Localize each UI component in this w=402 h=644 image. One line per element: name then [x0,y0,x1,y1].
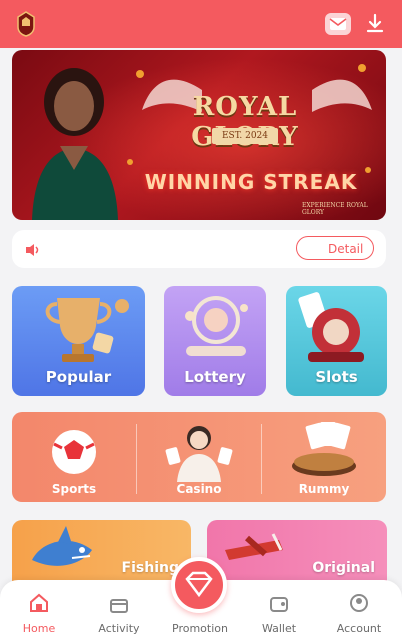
tab-wallet[interactable]: Wallet [240,584,318,642]
tab-label: Account [336,622,382,635]
category-lottery[interactable]: Lottery [164,286,266,396]
gift-icon [110,599,128,613]
detail-label[interactable]: Detail [328,242,363,256]
dealer-icon [165,426,233,482]
strip-rummy[interactable]: Rummy [262,412,386,502]
wallet-icon [270,597,288,612]
category-label: Slots [315,368,358,386]
strip-sports[interactable]: Sports [12,412,136,502]
download-icon[interactable] [364,12,386,36]
strip-label: Rummy [298,482,350,496]
diamond-icon [185,571,213,598]
banner-footer: EXPERIENCE ROYAL GLORY [302,202,368,216]
banner-est: EST. 2024 [212,128,278,144]
tab-label: Activity [98,622,140,635]
crest-logo[interactable] [14,10,38,38]
bigcard-label: Original [312,560,375,576]
strip-label: Casino [176,482,222,496]
strip-label: Sports [51,482,97,496]
cards-icon [292,422,356,476]
tab-label[interactable]: Promotion [161,622,239,635]
speaker-icon [24,242,42,258]
tab-promotion[interactable] [171,557,227,613]
category-popular[interactable]: Popular [12,286,145,396]
tab-label: Home [22,622,56,635]
category-label: Popular [45,368,112,386]
category-label: Lottery [184,368,246,386]
account-icon [350,594,368,612]
bigcard-label: Fishing [121,560,179,576]
soccer-ball-icon [52,430,96,474]
banner-subtitle: WINNING STREAK [144,170,358,194]
tab-label: Wallet [261,622,297,635]
tab-home[interactable]: Home [0,584,78,642]
category-slots[interactable]: Slots [286,286,387,396]
tab-activity[interactable]: Activity [80,584,158,642]
tab-account[interactable]: Account [320,584,398,642]
home-icon [30,593,48,612]
strip-casino[interactable]: Casino [137,412,261,502]
mail-icon[interactable] [325,13,351,35]
game-strip: Sports Casino Rummy [12,412,386,502]
